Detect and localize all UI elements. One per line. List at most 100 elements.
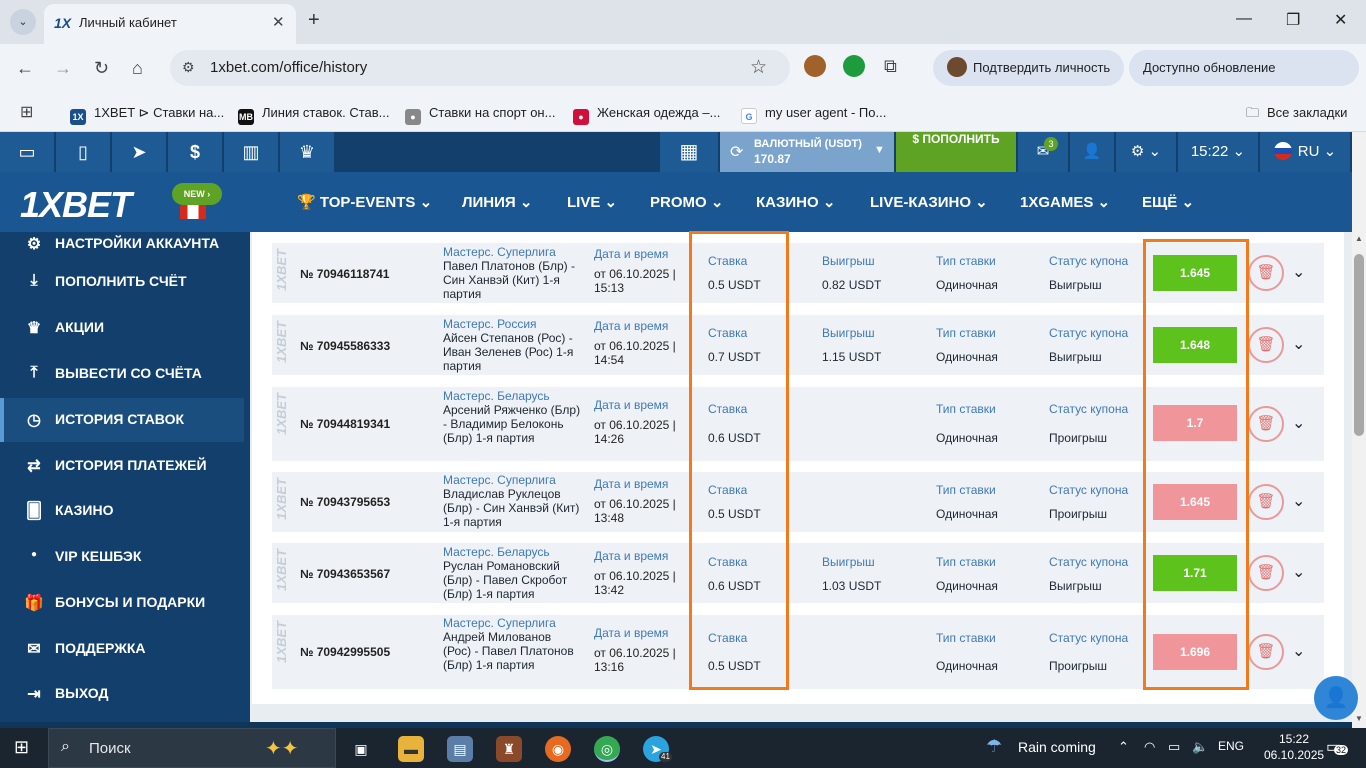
support-chat-icon[interactable]: 👤 (1314, 676, 1358, 720)
sidebar-item-payment-history[interactable]: ⇄ ИСТОРИЯ ПЛАТЕЖЕЙ (0, 444, 244, 488)
app-icon[interactable]: ▤ (447, 736, 473, 762)
tray-chevron-icon[interactable]: ⌃ (1118, 739, 1129, 755)
user-icon[interactable]: 👤 (1070, 132, 1114, 172)
volume-icon[interactable]: 🔈 (1192, 739, 1208, 755)
nav-top-events[interactable]: 🏆 TOP-EVENTS ⌄ (297, 193, 432, 211)
sidebar-item-bet-history[interactable]: ◷ ИСТОРИЯ СТАВОК (0, 398, 244, 442)
dollar-icon[interactable]: $ (168, 132, 223, 172)
qr-code-icon[interactable]: ▦ (660, 132, 718, 172)
minimize-icon[interactable]: — (1236, 10, 1252, 28)
telegram-icon[interactable]: ➤ (112, 132, 167, 172)
chevron-down-icon[interactable]: ⌄ (1292, 265, 1305, 281)
weather-text[interactable]: Rain coming (1018, 739, 1096, 755)
telegram-icon[interactable]: ➤ 41 (643, 736, 672, 762)
sidebar-item-withdraw[interactable]: ⤒ ВЫВЕСТИ СО СЧЁТА (0, 352, 244, 396)
bet-id[interactable]: № 70942995505 (300, 645, 390, 659)
bet-id[interactable]: № 70944819341 (300, 417, 390, 431)
delete-trash-icon[interactable]: 🗑 (1248, 634, 1284, 670)
language-selector[interactable]: RU ⌄ (1260, 132, 1350, 172)
bet-id[interactable]: № 70943653567 (300, 567, 390, 581)
settings-gear-icon[interactable]: ⚙ ⌄ (1116, 132, 1176, 172)
nav-live-casino[interactable]: LIVE-КАЗИНО ⌄ (870, 193, 988, 211)
app-icon[interactable]: ♜ (496, 736, 522, 762)
bookmark-item[interactable]: 1X 1XBET ⊳ Ставки на... (70, 102, 224, 125)
chevron-down-icon[interactable]: ⌄ (1292, 416, 1305, 432)
scroll-down-arrow-icon[interactable]: ▼ (1355, 714, 1363, 723)
url-text[interactable]: 1xbet.com/office/history (210, 59, 367, 76)
nav-casino[interactable]: КАЗИНО ⌄ (756, 193, 835, 211)
task-view-icon[interactable]: ▣ (348, 736, 374, 762)
input-language[interactable]: ENG (1218, 739, 1244, 753)
windows-start-icon[interactable]: ⊞ (14, 737, 29, 758)
forward-icon[interactable]: → (54, 58, 72, 79)
chevron-down-icon[interactable]: ⌄ (1292, 494, 1305, 510)
taskbar-search[interactable]: ⌕ Поиск ✦✦ (48, 728, 336, 768)
extensions-puzzle-icon[interactable]: ⧉ (884, 56, 897, 77)
firefox-icon[interactable]: ◉ (545, 736, 571, 762)
deposit-button[interactable]: $ ПОПОЛНИТЬ (896, 132, 1016, 172)
clock[interactable]: 15:22 06.10.2025 (1264, 732, 1324, 762)
bet-id[interactable]: № 70945586333 (300, 339, 390, 353)
nav-1xgames[interactable]: 1XGAMES ⌄ (1020, 193, 1110, 211)
scrollbar-thumb[interactable] (1354, 254, 1364, 436)
close-window-icon[interactable]: ✕ (1334, 10, 1347, 30)
sidebar-item-bonuses[interactable]: 🎁 БОНУСЫ И ПОДАРКИ (0, 581, 244, 625)
scroll-up-arrow-icon[interactable]: ▲ (1355, 234, 1363, 243)
delete-trash-icon[interactable]: 🗑 (1248, 406, 1284, 442)
profile-button[interactable]: Подтвердить личность (933, 50, 1125, 86)
apps-grid-icon[interactable]: ⊞ (20, 102, 33, 122)
trophy-icon[interactable]: ♛ (280, 132, 335, 172)
chevron-down-icon[interactable]: ⌄ (1292, 337, 1305, 353)
sidebar-item-promotions[interactable]: ♛ АКЦИИ (0, 306, 244, 350)
canada-flag-icon (180, 205, 206, 219)
tab-search-button[interactable]: ⌄ (10, 9, 36, 35)
green-extension-icon[interactable] (843, 55, 865, 77)
bookmark-star-icon[interactable]: ☆ (750, 56, 767, 79)
address-bar[interactable]: ⚙ 1xbet.com/office/history ☆ (170, 50, 790, 86)
chrome-icon[interactable]: ◎ (594, 736, 620, 762)
wifi-icon[interactable]: ◠ (1144, 739, 1155, 755)
home-icon[interactable]: ⌂ (132, 58, 143, 79)
bookmark-item[interactable]: MB Линия ставок. Став... (238, 102, 390, 125)
reload-icon[interactable]: ↻ (94, 58, 109, 79)
nav-line[interactable]: ЛИНИЯ ⌄ (462, 193, 532, 211)
sidebar-item-deposit[interactable]: ⤓ ПОПОЛНИТЬ СЧЁТ (0, 260, 244, 304)
mobile-icon[interactable]: ▯ (56, 132, 111, 172)
time-selector[interactable]: 15:22 ⌄ (1178, 132, 1258, 172)
file-explorer-icon[interactable]: ▬ (398, 736, 424, 762)
site-info-icon[interactable]: ⚙ (182, 59, 195, 76)
browser-tab[interactable]: 1X Личный кабинет ✕ (44, 4, 296, 44)
sidebar-item-casino[interactable]: 🂠 КАЗИНО (0, 489, 244, 533)
delete-trash-icon[interactable]: 🗑 (1248, 555, 1284, 591)
bookmark-item[interactable]: ● Женская одежда –... (573, 102, 720, 125)
bet-id[interactable]: № 70946118741 (300, 267, 389, 281)
nav-promo[interactable]: PROMO ⌄ (650, 193, 723, 211)
delete-trash-icon[interactable]: 🗑 (1248, 255, 1284, 291)
update-chrome-button[interactable]: Доступно обновление Chrome⋮ (1129, 50, 1359, 111)
battery-icon[interactable]: ▭ (1168, 739, 1180, 755)
cookie-extension-icon[interactable] (804, 55, 826, 77)
site-logo[interactable]: 1XBET (20, 184, 132, 226)
sidebar-item-vip-cashback[interactable]: ● VIP КЕШБЭК (0, 535, 244, 579)
tab-close-icon[interactable]: ✕ (272, 13, 285, 31)
bet-id[interactable]: № 70943795653 (300, 495, 390, 509)
chevron-down-icon[interactable]: ⌄ (1292, 565, 1305, 581)
chevron-down-icon[interactable]: ⌄ (1292, 644, 1305, 660)
sidebar-item-logout[interactable]: ⇥ ВЫХОД (0, 672, 244, 716)
new-tab-button[interactable]: + (308, 9, 320, 32)
bookmark-item[interactable]: ● Ставки на спорт он... (405, 102, 555, 125)
maximize-icon[interactable]: ❐ (1286, 10, 1300, 30)
stats-icon[interactable]: ▥ (224, 132, 279, 172)
messages-button[interactable]: ✉ 3 (1018, 132, 1068, 172)
all-bookmarks-button[interactable]: 🗀 Все закладки (1246, 102, 1347, 124)
nav-more[interactable]: ЕЩЁ ⌄ (1142, 193, 1194, 211)
delete-trash-icon[interactable]: 🗑 (1248, 484, 1284, 520)
bookmark-item[interactable]: Gmy user agent - По... (741, 102, 886, 124)
sidebar-item-support[interactable]: ✉ ПОДДЕРЖКА (0, 627, 244, 671)
balance-selector[interactable]: ⟳ ВАЛЮТНЫЙ (USDT) 170.87 ▼ (720, 132, 894, 172)
back-icon[interactable]: ← (16, 58, 34, 79)
desktop-icon[interactable]: ▭ (0, 132, 55, 172)
notification-icon[interactable]: ▭32 (1326, 737, 1349, 757)
delete-trash-icon[interactable]: 🗑 (1248, 327, 1284, 363)
nav-live[interactable]: LIVE ⌄ (567, 193, 617, 211)
